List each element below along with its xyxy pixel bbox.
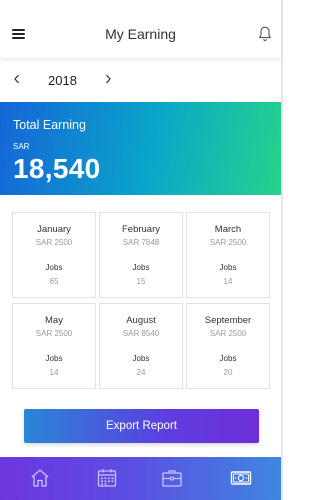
month-amount: SAR 7848 <box>122 238 160 247</box>
jobs-count: 15 <box>136 277 146 286</box>
chevron-left-icon[interactable] <box>12 72 22 84</box>
jobs-count: 20 <box>223 368 233 377</box>
jobs-label: Jobs <box>219 263 237 272</box>
month-card[interactable]: May SAR 2500 Jobs 14 <box>12 303 96 389</box>
bottom-nav <box>0 457 281 500</box>
month-amount: SAR 8540 <box>122 329 160 338</box>
jobs-label: Jobs <box>132 263 150 272</box>
month-card[interactable]: September SAR 2500 Jobs 20 <box>186 303 270 389</box>
jobs-count: 65 <box>49 277 59 286</box>
year-label: 2018 <box>48 73 77 88</box>
total-earning-title: Total Earning <box>13 118 86 132</box>
chevron-right-icon[interactable] <box>103 72 113 84</box>
export-report-button[interactable]: Export Report <box>24 409 259 443</box>
jobs-label: Jobs <box>132 354 150 363</box>
month-name: August <box>126 315 156 326</box>
month-amount: SAR 2500 <box>209 238 247 247</box>
jobs-count: 24 <box>136 368 146 377</box>
month-amount: SAR 2500 <box>209 329 247 338</box>
jobs-label: Jobs <box>45 263 63 272</box>
month-name: February <box>121 224 160 235</box>
jobs-label: Jobs <box>45 354 63 363</box>
money-icon[interactable] <box>230 467 252 489</box>
jobs-count: 14 <box>49 368 59 377</box>
year-selector: 2018 <box>0 58 281 102</box>
bell-icon[interactable] <box>258 26 272 42</box>
app-header: My Earning <box>0 0 281 58</box>
total-earning-currency: SAR <box>13 142 30 151</box>
month-card[interactable]: February SAR 7848 Jobs 15 <box>99 212 183 298</box>
app-screen: My Earning 2018 Total Earning SAR 18,540… <box>0 0 283 500</box>
month-card[interactable]: March SAR 2500 Jobs 14 <box>186 212 270 298</box>
month-amount: SAR 2500 <box>35 329 73 338</box>
month-card[interactable]: August SAR 8540 Jobs 24 <box>99 303 183 389</box>
total-earning-amount: 18,540 <box>13 153 101 184</box>
calendar-icon[interactable] <box>96 467 118 489</box>
jobs-count: 14 <box>223 277 233 286</box>
month-amount: SAR 2500 <box>35 238 73 247</box>
jobs-label: Jobs <box>219 354 237 363</box>
briefcase-icon[interactable] <box>161 467 183 489</box>
month-name: May <box>45 315 63 326</box>
month-name: September <box>204 315 252 326</box>
page-title: My Earning <box>105 26 176 42</box>
month-name: January <box>37 224 71 235</box>
month-card[interactable]: January SAR 2500 Jobs 65 <box>12 212 96 298</box>
month-name: March <box>214 224 242 235</box>
home-icon[interactable] <box>29 467 51 489</box>
total-earning-card: Total Earning SAR 18,540 <box>0 102 281 195</box>
